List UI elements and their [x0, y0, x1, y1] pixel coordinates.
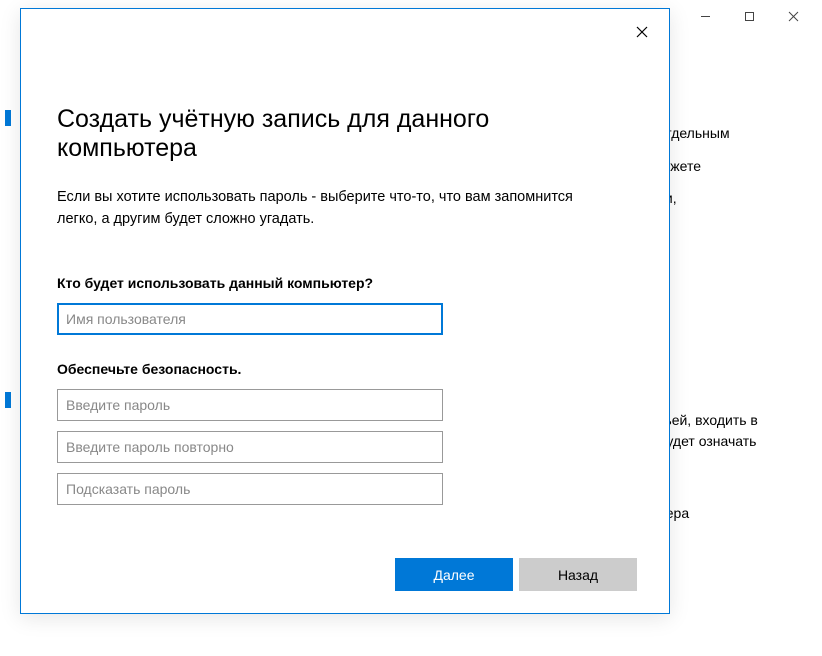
bg-content-fragment-2: емьей, входить в е будет означать [647, 410, 822, 452]
bg-text-line: е будет означать [647, 431, 822, 452]
create-account-dialog: Создать учётную запись для данного компь… [20, 8, 670, 614]
minimize-button[interactable] [690, 6, 720, 26]
back-button[interactable]: Назад [519, 558, 637, 591]
close-window-button[interactable] [778, 6, 808, 26]
security-section: Обеспечьте безопасность. [57, 361, 633, 505]
sidebar-indicator [5, 110, 11, 126]
password-input[interactable] [57, 389, 443, 421]
sidebar-indicator-2 [5, 392, 11, 408]
username-input[interactable] [57, 303, 443, 335]
dialog-footer: Далее Назад [395, 558, 637, 591]
password-confirm-input[interactable] [57, 431, 443, 463]
dialog-description: Если вы хотите использовать пароль - выб… [57, 187, 617, 231]
next-button[interactable]: Далее [395, 558, 513, 591]
maximize-button[interactable] [734, 6, 764, 26]
user-section: Кто будет использовать данный компьютер? [57, 275, 633, 335]
dialog-body: Создать учётную запись для данного компь… [21, 9, 669, 505]
dialog-close-button[interactable] [627, 17, 657, 47]
dialog-title: Создать учётную запись для данного компь… [57, 105, 633, 163]
bg-text-line: емьей, входить в [647, 410, 822, 431]
security-section-label: Обеспечьте безопасность. [57, 361, 633, 377]
user-section-label: Кто будет использовать данный компьютер? [57, 275, 633, 291]
window-controls [690, 6, 814, 26]
password-hint-input[interactable] [57, 473, 443, 505]
